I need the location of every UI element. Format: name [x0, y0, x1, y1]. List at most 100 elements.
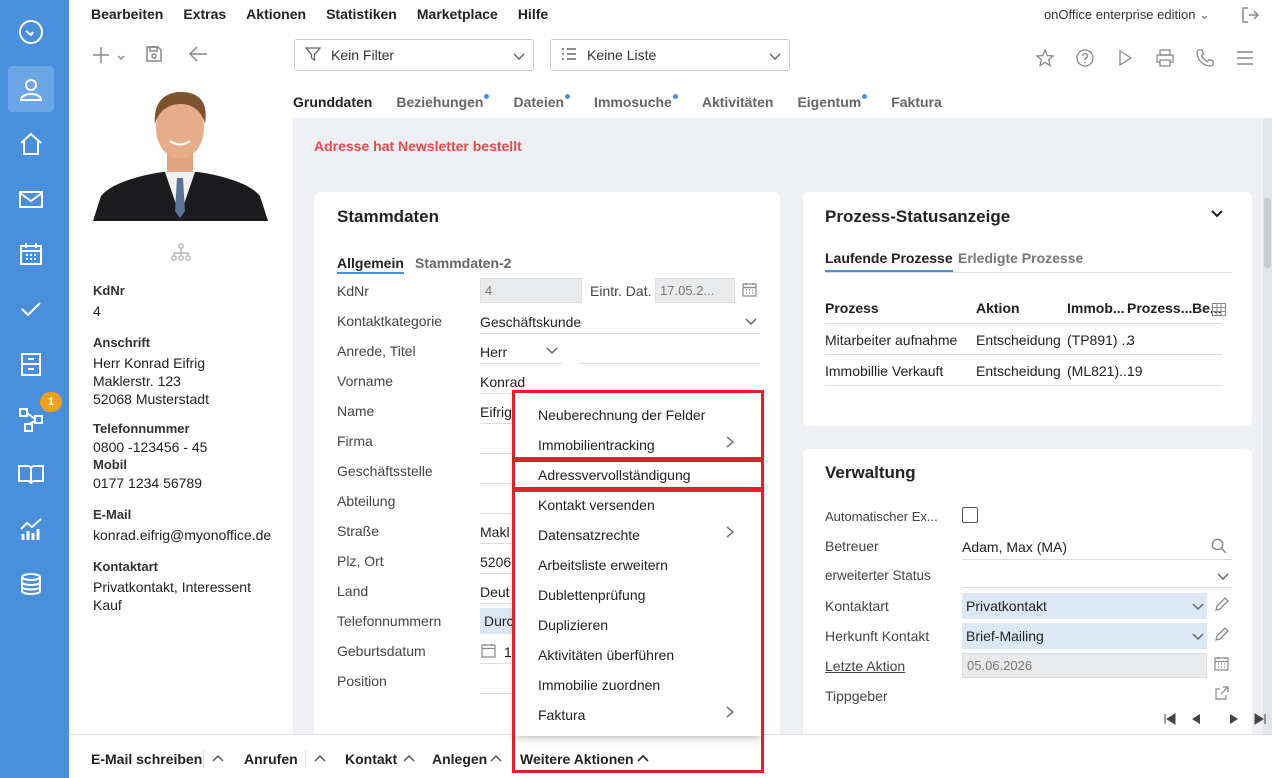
email-schreiben-button[interactable]: E-Mail schreiben	[91, 751, 202, 767]
filter-select[interactable]: Kein Filter	[294, 39, 534, 71]
tab-dateien[interactable]: Dateien	[513, 94, 571, 120]
telefon-value[interactable]: 0800 -123456 - 45	[93, 439, 207, 455]
chevron-down-icon[interactable]	[1216, 569, 1230, 583]
chevron-up-icon[interactable]	[212, 753, 224, 765]
chevron-up-icon[interactable]	[490, 753, 502, 765]
scrollbar[interactable]	[1263, 118, 1272, 734]
kontakt-button[interactable]: Kontakt	[345, 751, 397, 767]
kontaktkategorie-value[interactable]: Geschäftskunde	[480, 314, 581, 330]
tab-eigentum[interactable]: Eigentum	[797, 94, 868, 120]
chevron-down-icon[interactable]	[744, 314, 758, 328]
chevron-down-icon[interactable]	[1191, 629, 1205, 643]
hierarchy-icon[interactable]	[171, 243, 191, 261]
play-icon[interactable]	[1115, 48, 1135, 68]
column-header[interactable]: Immob...	[1067, 300, 1125, 316]
subtab-laufende[interactable]: Laufende Prozesse	[825, 250, 953, 272]
email-value[interactable]: konrad.eifrig@myonoffice.de	[93, 527, 271, 543]
mobil-value[interactable]: 0177 1234 56789	[93, 475, 202, 491]
name-value[interactable]: Eifrig	[480, 404, 512, 420]
mail-icon[interactable]	[8, 176, 54, 222]
anlegen-button[interactable]: Anlegen	[432, 751, 487, 767]
home-icon[interactable]	[8, 121, 54, 167]
menu-hilfe[interactable]: Hilfe	[518, 6, 548, 24]
plz-ort-value[interactable]: 5206	[480, 554, 511, 570]
geburtsdatum-value[interactable]: 1	[504, 644, 512, 660]
menu-aktionen[interactable]: Aktionen	[246, 6, 306, 24]
menu-marketplace[interactable]: Marketplace	[417, 6, 498, 24]
pencil-icon[interactable]	[1213, 625, 1231, 643]
logout-icon[interactable]	[1240, 5, 1260, 25]
column-settings-icon[interactable]	[1211, 302, 1227, 316]
land-value[interactable]: Deut	[480, 584, 510, 600]
first-page-icon[interactable]	[1163, 712, 1177, 726]
book-icon[interactable]	[8, 451, 54, 497]
row-divider	[825, 323, 1222, 324]
letzte-aktion-link[interactable]: Letzte Aktion	[825, 658, 905, 674]
save-icon[interactable]	[144, 44, 164, 64]
next-page-icon[interactable]	[1227, 712, 1241, 726]
list-select[interactable]: Keine Liste	[550, 39, 790, 71]
previous-page-icon[interactable]	[1189, 712, 1203, 726]
tab-label: Faktura	[891, 94, 942, 110]
calendar-icon[interactable]	[1213, 655, 1229, 671]
tab-label: Dateien	[513, 94, 565, 110]
calendar-icon[interactable]	[8, 231, 54, 277]
field-underline	[480, 363, 562, 364]
table-cell: Mitarbeiter aufnahme	[825, 332, 958, 348]
anrede-value[interactable]: Herr	[480, 344, 507, 360]
table-cell: Entscheidung	[976, 363, 1061, 379]
anrufen-button[interactable]: Anrufen	[244, 751, 298, 767]
menu-statistiken[interactable]: Statistiken	[326, 6, 397, 24]
subtab-erledigte[interactable]: Erledigte Prozesse	[958, 250, 1083, 266]
phone-icon[interactable]	[1195, 48, 1215, 68]
subtab-stammdaten-2[interactable]: Stammdaten-2	[415, 255, 511, 271]
last-page-icon[interactable]	[1253, 712, 1267, 726]
database-icon[interactable]	[8, 561, 54, 607]
calendar-icon[interactable]	[741, 281, 757, 297]
help-icon[interactable]	[1075, 48, 1095, 68]
search-icon[interactable]	[1210, 537, 1228, 555]
hamburger-menu-icon[interactable]	[1235, 48, 1255, 68]
vorname-value[interactable]: Konrad	[480, 374, 525, 390]
chevron-up-icon[interactable]	[403, 753, 415, 765]
tab-aktivitaeten[interactable]: Aktivitäten	[702, 94, 774, 120]
tab-grunddaten[interactable]: Grunddaten	[293, 94, 373, 120]
back-arrow-icon[interactable]	[188, 44, 208, 64]
print-icon[interactable]	[1155, 48, 1175, 68]
user-icon[interactable]	[8, 66, 54, 112]
automatischer-export-checkbox[interactable]	[962, 507, 978, 523]
chevron-up-icon[interactable]	[314, 753, 326, 765]
strasse-value[interactable]: Makl	[480, 524, 510, 540]
cabinet-icon[interactable]	[8, 341, 54, 387]
chevron-down-icon[interactable]	[545, 343, 559, 357]
edition-dropdown[interactable]: onOffice enterprise edition ⌄	[1044, 7, 1210, 23]
herkunft-kontakt-select[interactable]: Brief-Mailing	[962, 623, 1207, 649]
star-icon[interactable]	[1035, 48, 1055, 68]
statistics-icon[interactable]	[8, 506, 54, 552]
highlight-box	[512, 459, 764, 490]
calendar-icon[interactable]	[480, 642, 496, 658]
column-header[interactable]: Prozess...	[1127, 300, 1192, 316]
betreuer-value[interactable]: Adam, Max (MA)	[962, 539, 1067, 555]
dashboard-icon[interactable]	[8, 9, 54, 55]
tab-immosuche[interactable]: Immosuche	[594, 94, 678, 120]
chevron-down-icon[interactable]	[1191, 599, 1205, 613]
newsletter-notice: Adresse hat Newsletter bestellt	[314, 138, 522, 154]
menu-bearbeiten[interactable]: Bearbeiten	[91, 6, 163, 24]
external-link-icon[interactable]	[1214, 685, 1230, 701]
contact-photo[interactable]	[93, 86, 268, 221]
subtab-allgemein[interactable]: Allgemein	[337, 255, 404, 274]
scrollbar-thumb[interactable]	[1264, 198, 1271, 268]
chevron-down-icon[interactable]	[1208, 204, 1226, 222]
field-label: Plz, Ort	[337, 553, 384, 569]
add-button[interactable]	[90, 44, 128, 66]
tab-beziehungen[interactable]: Beziehungen	[396, 94, 490, 120]
tab-faktura[interactable]: Faktura	[891, 94, 942, 120]
highlight-box	[512, 390, 764, 460]
column-header[interactable]: Aktion	[976, 300, 1020, 316]
kontaktart-select[interactable]: Privatkontakt	[962, 593, 1207, 619]
pencil-icon[interactable]	[1213, 595, 1231, 613]
check-icon[interactable]	[8, 286, 54, 332]
menu-extras[interactable]: Extras	[183, 6, 226, 24]
column-header[interactable]: Prozess	[825, 300, 879, 316]
